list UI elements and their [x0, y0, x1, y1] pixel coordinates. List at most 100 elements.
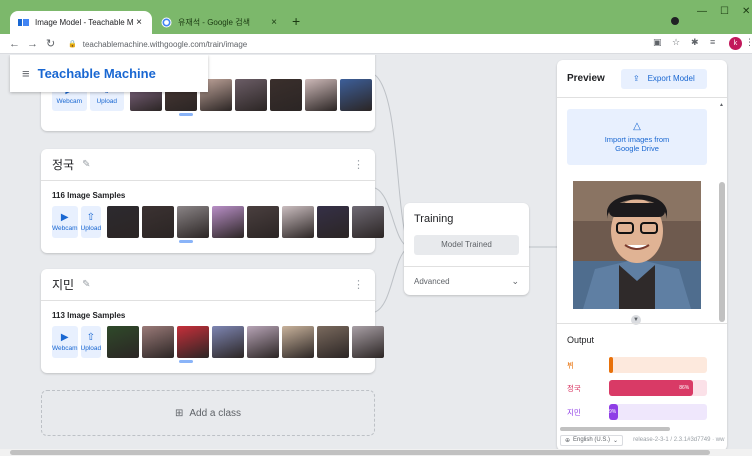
class-header: 지민 ✎ ⋮: [41, 269, 375, 301]
record-indicator-icon: [671, 17, 679, 25]
address-bar[interactable]: 🔒 teachablemachine.withgoogle.com/train/…: [68, 36, 648, 52]
back-arrow-icon[interactable]: ←: [9, 37, 20, 51]
tab-close-icon[interactable]: ×: [134, 17, 144, 28]
sample-thumbnail[interactable]: [270, 79, 302, 111]
sample-count: 113 Image Samples: [52, 311, 126, 320]
profile-avatar[interactable]: k: [729, 37, 742, 50]
tab-close-icon[interactable]: ×: [269, 17, 279, 28]
sample-thumbnail[interactable]: [352, 206, 385, 238]
webcam-label: Webcam: [56, 98, 83, 105]
webcam-button[interactable]: ▶ Webcam: [52, 206, 78, 238]
webcam-label: Webcam: [52, 225, 78, 232]
hamburger-menu-icon[interactable]: ≡: [22, 66, 30, 81]
class-header: 정국 ✎ ⋮: [41, 149, 375, 181]
webcam-button[interactable]: ▶ Webcam: [52, 326, 78, 358]
model-trained-button[interactable]: Model Trained: [414, 235, 519, 255]
export-icon: ⇪: [632, 74, 640, 83]
sample-thumbnail[interactable]: [352, 326, 385, 358]
app-brand[interactable]: Teachable Machine: [38, 66, 156, 81]
confidence-track: [609, 357, 707, 373]
chevron-down-icon: ⌄: [511, 275, 519, 286]
add-class-button[interactable]: ⊞ Add a class: [41, 390, 375, 436]
sample-thumbnail[interactable]: [282, 206, 315, 238]
preview-horizontal-scrollbar[interactable]: [560, 427, 727, 431]
import-google-drive-button[interactable]: △ Import images from Google Drive: [567, 109, 707, 165]
preview-image: [573, 181, 701, 309]
class-card-2: 정국 ✎ ⋮ 116 Image Samples ▶ Webcam ⇧ Uplo…: [41, 149, 385, 253]
tab-teachable-machine[interactable]: Image Model - Teachable Machi ×: [10, 11, 152, 34]
output-class-label: 정국: [567, 383, 581, 393]
bookmark-star-icon[interactable]: ☆: [672, 37, 680, 48]
webcam-icon: ▶: [60, 212, 69, 223]
sample-thumbnail[interactable]: [247, 326, 280, 358]
tab-google-search[interactable]: 유재석 - Google 검색 ×: [153, 11, 287, 34]
sample-thumbnail[interactable]: [247, 206, 280, 238]
forward-arrow-icon[interactable]: →: [27, 37, 38, 51]
sample-count: 116 Image Samples: [52, 191, 126, 200]
new-tab-button[interactable]: +: [292, 14, 300, 28]
export-model-button[interactable]: ⇪ Export Model: [620, 68, 707, 89]
upload-icon: ⇧: [86, 212, 96, 223]
reading-list-icon[interactable]: ≡: [710, 37, 715, 47]
sample-thumbnail[interactable]: [142, 326, 175, 358]
thumbnail-scroll-indicator[interactable]: [179, 113, 193, 116]
sample-thumbnail[interactable]: [340, 79, 372, 111]
upload-button[interactable]: ⇧ Upload: [80, 206, 102, 238]
output-class-label: 뷔: [567, 360, 574, 370]
translate-extension-icon[interactable]: ▣: [653, 37, 662, 48]
advanced-label: Advanced: [414, 276, 450, 286]
browser-menu-icon[interactable]: ⋮: [745, 37, 752, 48]
preview-title: Preview: [567, 73, 605, 84]
webcam-icon: ▶: [60, 332, 69, 343]
scroll-up-icon[interactable]: ▲: [719, 102, 724, 108]
confidence-bar: [609, 357, 613, 373]
sample-thumbnail[interactable]: [177, 206, 210, 238]
drive-label-line1: Import images from: [604, 135, 670, 144]
output-class-label: 지민: [567, 407, 581, 417]
edit-pencil-icon[interactable]: ✎: [82, 279, 90, 290]
maximize-icon[interactable]: ☐: [720, 6, 729, 17]
sample-thumbnail[interactable]: [317, 206, 350, 238]
confidence-track: 86%: [609, 380, 707, 396]
scrollbar-thumb[interactable]: [560, 427, 670, 431]
window-close-icon[interactable]: ✕: [742, 6, 750, 17]
edit-pencil-icon[interactable]: ✎: [82, 159, 90, 170]
thumbnail-strip[interactable]: [107, 206, 387, 238]
google-drive-icon: △: [633, 121, 641, 132]
language-selector[interactable]: ⊕ English (U.S.) ⌄: [560, 434, 624, 446]
reload-icon[interactable]: ↻: [46, 37, 55, 51]
training-title: Training: [414, 213, 454, 225]
page-horizontal-scrollbar[interactable]: [0, 449, 752, 456]
scrollbar-thumb[interactable]: [719, 182, 725, 322]
thumbnail-scroll-indicator[interactable]: [179, 360, 193, 363]
url-text: teachablemachine.withgoogle.com/train/im…: [82, 39, 248, 49]
preview-scrollbar[interactable]: ▲: [719, 102, 725, 330]
class-name[interactable]: 지민: [52, 276, 74, 293]
class-options-icon[interactable]: ⋮: [353, 278, 364, 291]
drive-label-line2: Google Drive: [615, 144, 659, 153]
sample-thumbnail[interactable]: [212, 326, 245, 358]
thumbnail-scroll-indicator[interactable]: [179, 240, 193, 243]
advanced-toggle[interactable]: Advanced ⌄: [404, 266, 529, 295]
class-options-icon[interactable]: ⋮: [353, 158, 364, 171]
extensions-puzzle-icon[interactable]: ✱: [691, 37, 699, 48]
scrollbar-thumb[interactable]: [10, 450, 710, 455]
sample-thumbnail[interactable]: [107, 206, 140, 238]
add-class-label: Add a class: [189, 407, 242, 419]
sample-thumbnail[interactable]: [317, 326, 350, 358]
class-card-3: 지민 ✎ ⋮ 113 Image Samples ▶ Webcam ⇧ Uplo…: [41, 269, 385, 373]
sample-thumbnail[interactable]: [305, 79, 337, 111]
thumbnail-strip[interactable]: [107, 326, 387, 358]
sample-thumbnail[interactable]: [235, 79, 267, 111]
sample-thumbnail[interactable]: [177, 326, 210, 358]
sample-thumbnail[interactable]: [142, 206, 175, 238]
sample-thumbnail[interactable]: [282, 326, 315, 358]
minimize-icon[interactable]: —: [697, 6, 707, 17]
chevron-down-icon: ⌄: [613, 437, 619, 444]
upload-button[interactable]: ⇧ Upload: [80, 326, 102, 358]
sample-thumbnail[interactable]: [107, 326, 140, 358]
class-name[interactable]: 정국: [52, 156, 74, 173]
confidence-bar: 86%: [609, 380, 694, 396]
upload-label: Upload: [80, 345, 102, 352]
sample-thumbnail[interactable]: [212, 206, 245, 238]
